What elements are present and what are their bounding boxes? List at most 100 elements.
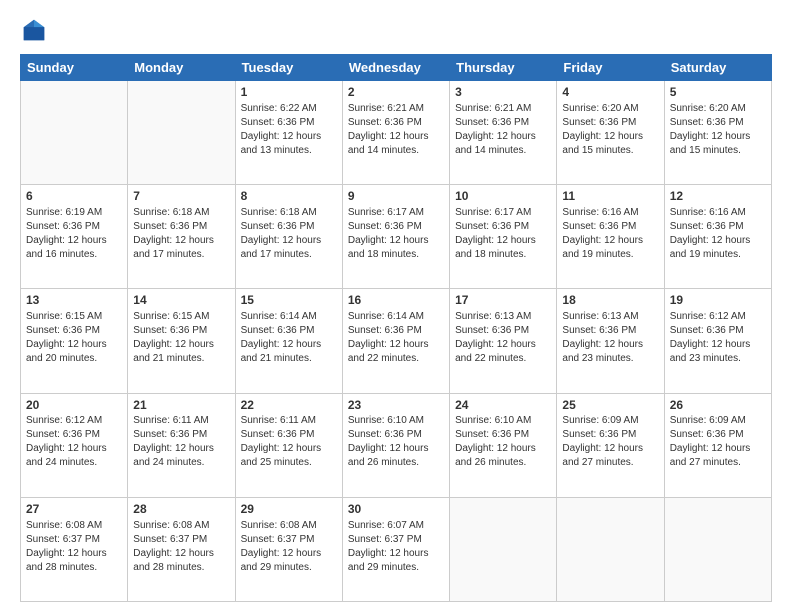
sunrise-text: Sunrise: 6:20 AM [562,102,658,116]
sunrise-text: Sunrise: 6:11 AM [241,414,337,428]
day-number: 21 [133,397,229,414]
sunset-text: Sunset: 6:36 PM [26,428,122,442]
day-number: 5 [670,84,766,101]
calendar-cell: 18Sunrise: 6:13 AMSunset: 6:36 PMDayligh… [557,289,664,393]
day-number: 10 [455,188,551,205]
day-number: 12 [670,188,766,205]
calendar-cell: 21Sunrise: 6:11 AMSunset: 6:36 PMDayligh… [128,393,235,497]
sunset-text: Sunset: 6:36 PM [455,220,551,234]
week-row-2: 6Sunrise: 6:19 AMSunset: 6:36 PMDaylight… [21,185,772,289]
header-day-friday: Friday [557,55,664,81]
calendar-cell: 6Sunrise: 6:19 AMSunset: 6:36 PMDaylight… [21,185,128,289]
calendar-cell: 14Sunrise: 6:15 AMSunset: 6:36 PMDayligh… [128,289,235,393]
header-row: SundayMondayTuesdayWednesdayThursdayFrid… [21,55,772,81]
sunrise-text: Sunrise: 6:21 AM [348,102,444,116]
daylight-text: Daylight: 12 hours and 19 minutes. [670,234,766,262]
day-info: Sunrise: 6:13 AMSunset: 6:36 PMDaylight:… [455,310,551,366]
sunset-text: Sunset: 6:36 PM [670,324,766,338]
daylight-text: Daylight: 12 hours and 14 minutes. [348,130,444,158]
sunrise-text: Sunrise: 6:10 AM [455,414,551,428]
day-number: 16 [348,292,444,309]
week-row-5: 27Sunrise: 6:08 AMSunset: 6:37 PMDayligh… [21,497,772,601]
sunset-text: Sunset: 6:36 PM [562,220,658,234]
daylight-text: Daylight: 12 hours and 18 minutes. [348,234,444,262]
sunset-text: Sunset: 6:37 PM [348,533,444,547]
day-number: 6 [26,188,122,205]
day-info: Sunrise: 6:09 AMSunset: 6:36 PMDaylight:… [562,414,658,470]
day-number: 26 [670,397,766,414]
sunset-text: Sunset: 6:37 PM [26,533,122,547]
daylight-text: Daylight: 12 hours and 22 minutes. [455,338,551,366]
daylight-text: Daylight: 12 hours and 25 minutes. [241,442,337,470]
sunrise-text: Sunrise: 6:16 AM [562,206,658,220]
header-day-sunday: Sunday [21,55,128,81]
day-info: Sunrise: 6:08 AMSunset: 6:37 PMDaylight:… [241,519,337,575]
daylight-text: Daylight: 12 hours and 14 minutes. [455,130,551,158]
daylight-text: Daylight: 12 hours and 28 minutes. [133,547,229,575]
sunset-text: Sunset: 6:36 PM [241,116,337,130]
calendar-cell [557,497,664,601]
day-number: 30 [348,501,444,518]
calendar-cell [664,497,771,601]
calendar-cell: 3Sunrise: 6:21 AMSunset: 6:36 PMDaylight… [450,81,557,185]
calendar-cell: 5Sunrise: 6:20 AMSunset: 6:36 PMDaylight… [664,81,771,185]
day-info: Sunrise: 6:14 AMSunset: 6:36 PMDaylight:… [348,310,444,366]
day-number: 1 [241,84,337,101]
sunrise-text: Sunrise: 6:14 AM [348,310,444,324]
daylight-text: Daylight: 12 hours and 21 minutes. [241,338,337,366]
day-number: 17 [455,292,551,309]
sunrise-text: Sunrise: 6:18 AM [241,206,337,220]
day-info: Sunrise: 6:16 AMSunset: 6:36 PMDaylight:… [562,206,658,262]
daylight-text: Daylight: 12 hours and 29 minutes. [348,547,444,575]
sunset-text: Sunset: 6:37 PM [133,533,229,547]
day-number: 28 [133,501,229,518]
day-info: Sunrise: 6:12 AMSunset: 6:36 PMDaylight:… [670,310,766,366]
day-info: Sunrise: 6:21 AMSunset: 6:36 PMDaylight:… [455,102,551,158]
day-info: Sunrise: 6:14 AMSunset: 6:36 PMDaylight:… [241,310,337,366]
calendar-cell [450,497,557,601]
daylight-text: Daylight: 12 hours and 15 minutes. [562,130,658,158]
day-info: Sunrise: 6:17 AMSunset: 6:36 PMDaylight:… [348,206,444,262]
calendar-table: SundayMondayTuesdayWednesdayThursdayFrid… [20,54,772,602]
daylight-text: Daylight: 12 hours and 16 minutes. [26,234,122,262]
daylight-text: Daylight: 12 hours and 23 minutes. [670,338,766,366]
sunrise-text: Sunrise: 6:19 AM [26,206,122,220]
header-day-monday: Monday [128,55,235,81]
day-info: Sunrise: 6:08 AMSunset: 6:37 PMDaylight:… [26,519,122,575]
daylight-text: Daylight: 12 hours and 27 minutes. [670,442,766,470]
day-info: Sunrise: 6:22 AMSunset: 6:36 PMDaylight:… [241,102,337,158]
day-info: Sunrise: 6:15 AMSunset: 6:36 PMDaylight:… [133,310,229,366]
sunrise-text: Sunrise: 6:09 AM [670,414,766,428]
calendar-cell: 8Sunrise: 6:18 AMSunset: 6:36 PMDaylight… [235,185,342,289]
header-day-saturday: Saturday [664,55,771,81]
day-number: 11 [562,188,658,205]
header-day-wednesday: Wednesday [342,55,449,81]
daylight-text: Daylight: 12 hours and 24 minutes. [26,442,122,470]
daylight-text: Daylight: 12 hours and 20 minutes. [26,338,122,366]
day-info: Sunrise: 6:08 AMSunset: 6:37 PMDaylight:… [133,519,229,575]
daylight-text: Daylight: 12 hours and 24 minutes. [133,442,229,470]
daylight-text: Daylight: 12 hours and 26 minutes. [348,442,444,470]
day-info: Sunrise: 6:11 AMSunset: 6:36 PMDaylight:… [241,414,337,470]
day-info: Sunrise: 6:19 AMSunset: 6:36 PMDaylight:… [26,206,122,262]
calendar-cell: 2Sunrise: 6:21 AMSunset: 6:36 PMDaylight… [342,81,449,185]
daylight-text: Daylight: 12 hours and 26 minutes. [455,442,551,470]
calendar-cell: 24Sunrise: 6:10 AMSunset: 6:36 PMDayligh… [450,393,557,497]
sunrise-text: Sunrise: 6:13 AM [455,310,551,324]
day-info: Sunrise: 6:16 AMSunset: 6:36 PMDaylight:… [670,206,766,262]
calendar-cell: 9Sunrise: 6:17 AMSunset: 6:36 PMDaylight… [342,185,449,289]
sunrise-text: Sunrise: 6:12 AM [26,414,122,428]
header-day-thursday: Thursday [450,55,557,81]
sunset-text: Sunset: 6:36 PM [348,324,444,338]
daylight-text: Daylight: 12 hours and 21 minutes. [133,338,229,366]
day-number: 19 [670,292,766,309]
sunset-text: Sunset: 6:36 PM [26,324,122,338]
daylight-text: Daylight: 12 hours and 17 minutes. [241,234,337,262]
sunset-text: Sunset: 6:36 PM [348,220,444,234]
sunrise-text: Sunrise: 6:11 AM [133,414,229,428]
calendar-cell: 26Sunrise: 6:09 AMSunset: 6:36 PMDayligh… [664,393,771,497]
calendar-cell: 7Sunrise: 6:18 AMSunset: 6:36 PMDaylight… [128,185,235,289]
week-row-4: 20Sunrise: 6:12 AMSunset: 6:36 PMDayligh… [21,393,772,497]
sunset-text: Sunset: 6:37 PM [241,533,337,547]
calendar-cell: 30Sunrise: 6:07 AMSunset: 6:37 PMDayligh… [342,497,449,601]
